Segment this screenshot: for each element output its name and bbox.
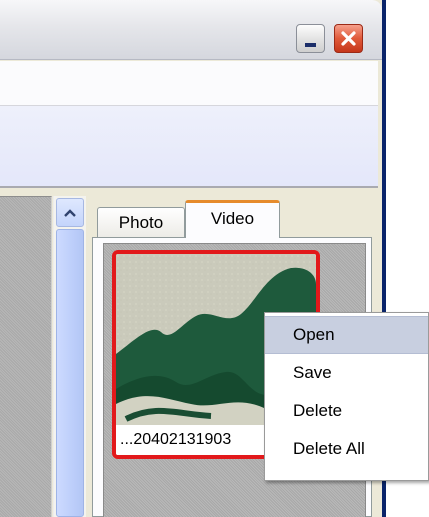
title-bar[interactable]	[0, 0, 382, 60]
minimize-button[interactable]	[296, 24, 325, 53]
tab-video[interactable]: Video	[185, 200, 280, 238]
menu-item-delete-all[interactable]: Delete All	[265, 430, 428, 468]
vertical-scrollbar[interactable]	[53, 196, 86, 517]
context-menu: Open Save Delete Delete All	[264, 312, 429, 481]
scrollbar-thumb[interactable]	[56, 229, 84, 517]
menu-bar	[0, 61, 378, 106]
menu-item-save[interactable]: Save	[265, 354, 428, 392]
main-view-pane	[0, 196, 52, 517]
close-button[interactable]	[334, 24, 363, 53]
screen: Photo Video ...20402131903 Open Save Del…	[0, 0, 429, 517]
toolbar	[0, 106, 378, 188]
menu-item-open[interactable]: Open	[265, 316, 428, 354]
tab-photo[interactable]: Photo	[97, 207, 185, 238]
chevron-up-icon	[64, 208, 76, 217]
minimize-icon	[305, 42, 316, 47]
close-icon	[341, 31, 356, 46]
menu-item-delete[interactable]: Delete	[265, 392, 428, 430]
scroll-up-button[interactable]	[56, 198, 84, 227]
